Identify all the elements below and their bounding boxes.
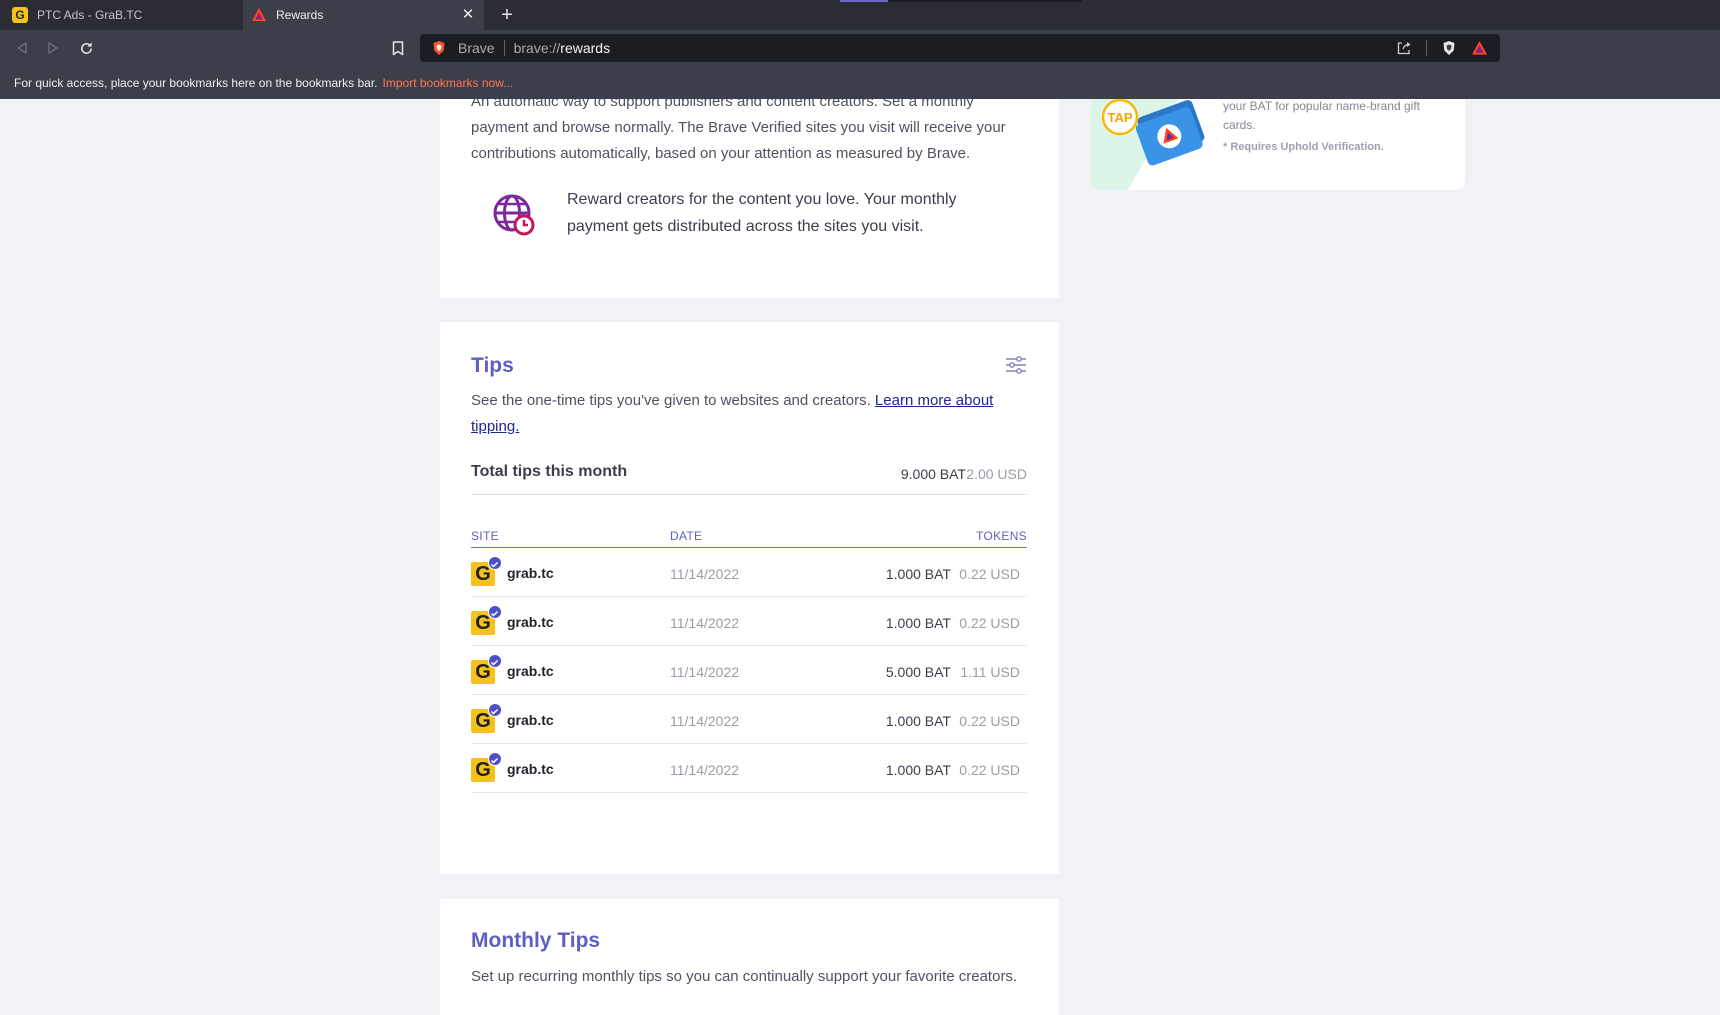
site-name[interactable]: grab.tc (507, 663, 554, 679)
tip-usd: 1.11 USD (960, 664, 1020, 680)
tip-date: 11/14/2022 (670, 762, 740, 778)
table-row: G grab.tc 11/14/2022 1.000 BAT 0.22 USD (471, 597, 1027, 646)
tap-promo-text: your BAT for popular name-brand gift car… (1223, 99, 1420, 132)
import-bookmarks-link[interactable]: Import bookmarks now... (383, 76, 514, 90)
reload-button[interactable] (76, 38, 96, 58)
back-button[interactable] (12, 38, 32, 58)
total-tips-label: Total tips this month (471, 463, 628, 480)
address-bar[interactable]: Brave brave:// rewards (420, 34, 1500, 62)
verified-check-icon (488, 556, 502, 570)
monthly-tips-description: Set up recurring monthly tips so you can… (471, 968, 1018, 985)
tab-title: Rewards (276, 8, 324, 22)
omnibox-actions (1396, 40, 1488, 56)
tab-strip-indicator-track (888, 0, 1082, 2)
tips-title: Tips (471, 354, 514, 377)
auto-contribute-reward-text: Reward creators for the content you love… (567, 191, 957, 235)
site-name[interactable]: grab.tc (507, 565, 554, 581)
auto-contribute-description: An automatic way to support publishers a… (471, 99, 1006, 162)
tip-usd: 0.22 USD (959, 762, 1020, 778)
bat-triangle-icon (252, 8, 266, 21)
tips-card: Tips See the one-time tips you've given … (440, 322, 1059, 874)
table-row: G grab.tc 11/14/2022 1.000 BAT 0.22 USD (471, 548, 1027, 597)
tip-bat: 1.000 BAT (885, 713, 951, 729)
tip-usd: 0.22 USD (959, 566, 1020, 582)
monthly-tips-title: Monthly Tips (471, 929, 601, 952)
reload-icon (80, 41, 92, 54)
site-name[interactable]: grab.tc (507, 761, 554, 777)
tab-strip: G PTC Ads - GraB.TC Rewards ✕ + (0, 0, 1720, 30)
tip-date: 11/14/2022 (670, 664, 740, 680)
site-name[interactable]: grab.tc (507, 614, 554, 630)
total-tips-bat: 9.000 BAT (900, 466, 966, 482)
tip-bat: 5.000 BAT (885, 664, 951, 680)
bookmarks-bar-message: For quick access, place your bookmarks h… (14, 75, 378, 90)
verified-check-icon (488, 605, 502, 619)
settings-sliders-icon[interactable] (1005, 355, 1027, 375)
column-tokens[interactable]: TOKENS (976, 529, 1027, 543)
column-date[interactable]: DATE (670, 529, 702, 543)
tip-usd: 0.22 USD (959, 615, 1020, 631)
verified-check-icon (488, 654, 502, 668)
url-path: rewards (560, 40, 611, 56)
tip-date: 11/14/2022 (670, 713, 740, 729)
forward-arrow-icon (48, 42, 58, 54)
tap-gift-cards-illustration: TAP (1091, 99, 1205, 190)
bookmarks-bar: For quick access, place your bookmarks h… (0, 66, 1720, 99)
total-tips-usd: 2.00 USD (966, 466, 1027, 482)
tip-date: 11/14/2022 (670, 615, 740, 631)
table-row: G grab.tc 11/14/2022 5.000 BAT 1.11 USD (471, 646, 1027, 695)
omnibox-actions-divider (1426, 40, 1427, 56)
tab-ptc-ads[interactable]: G PTC Ads - GraB.TC (0, 0, 243, 30)
bookmark-icon (392, 40, 404, 55)
tap-promo-note: * Requires Uphold Verification. (1223, 141, 1384, 153)
close-tab-icon[interactable]: ✕ (460, 7, 476, 23)
svg-text:TAP: TAP (1107, 110, 1132, 125)
tap-promo-card[interactable]: TAP your BAT for popular name-brand gift… (1091, 99, 1465, 190)
tip-bat: 1.000 BAT (885, 615, 951, 631)
rewards-page: An automatic way to support publishers a… (0, 99, 1720, 1015)
brave-shields-icon[interactable] (1441, 40, 1457, 56)
auto-contribute-card: An automatic way to support publishers a… (440, 99, 1059, 298)
total-tips-row: Total tips this month 9.000 BAT 2.00 USD (471, 453, 1027, 495)
tip-date: 11/14/2022 (670, 566, 740, 582)
column-site[interactable]: SITE (471, 529, 499, 543)
site-name[interactable]: grab.tc (507, 712, 554, 728)
omnibox-divider (503, 40, 505, 56)
tab-title: PTC Ads - GraB.TC (37, 8, 143, 22)
table-row: G grab.tc 11/14/2022 1.000 BAT 0.22 USD (471, 695, 1027, 744)
new-tab-button[interactable]: + (496, 4, 518, 26)
grab-g-icon: G (12, 7, 28, 23)
tips-table-body: G grab.tc 11/14/2022 1.000 BAT 0.22 USD … (471, 548, 1027, 793)
bookmark-button[interactable] (388, 38, 408, 58)
verified-check-icon (488, 703, 502, 717)
tab-rewards[interactable]: Rewards ✕ (243, 0, 484, 30)
bat-rewards-icon[interactable] (1471, 40, 1488, 56)
globe-clock-icon (493, 194, 535, 236)
tips-description: See the one-time tips you've given to we… (471, 388, 1011, 440)
tips-description-text: See the one-time tips you've given to we… (471, 392, 871, 409)
monthly-tips-card: Monthly Tips Set up recurring monthly ti… (440, 899, 1059, 1015)
share-icon[interactable] (1396, 40, 1412, 56)
tips-table-header: SITE DATE TOKENS (471, 524, 1027, 548)
forward-button[interactable] (43, 38, 63, 58)
verified-check-icon (488, 752, 502, 766)
tip-bat: 1.000 BAT (885, 762, 951, 778)
table-row: G grab.tc 11/14/2022 1.000 BAT 0.22 USD (471, 744, 1027, 793)
back-arrow-icon (17, 42, 27, 54)
tip-bat: 1.000 BAT (885, 566, 951, 582)
tab-strip-indicator (840, 0, 888, 2)
tip-usd: 0.22 USD (959, 713, 1020, 729)
toolbar: Brave brave:// rewards (0, 30, 1720, 66)
brave-lion-icon (433, 41, 445, 55)
omnibox-label: Brave (458, 40, 495, 56)
url-scheme: brave:// (513, 40, 561, 56)
